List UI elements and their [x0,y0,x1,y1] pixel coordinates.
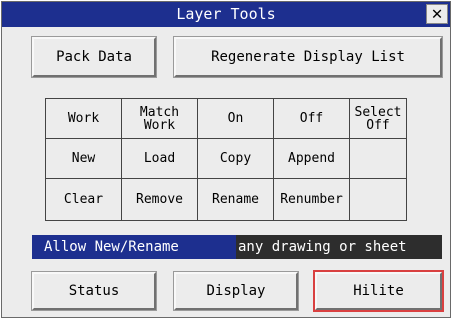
remove-button[interactable]: Remove [122,179,198,220]
window-title: Layer Tools [176,5,276,23]
layer-command-grid: Work Match Work On Off Select Off New Lo… [45,98,407,221]
select-off-button[interactable]: Select Off [350,99,406,139]
title-bar: Layer Tools ✕ [2,2,450,27]
copy-button[interactable]: Copy [198,139,274,179]
layer-tools-dialog: Layer Tools ✕ Pack Data Regenerate Displ… [1,1,451,318]
rename-button[interactable]: Rename [198,179,274,220]
clear-button[interactable]: Clear [46,179,122,220]
load-button[interactable]: Load [122,139,198,179]
append-button[interactable]: Append [274,139,350,179]
match-work-button[interactable]: Match Work [122,99,198,139]
allow-new-rename-row: Allow New/Rename any drawing or sheet [32,235,442,259]
empty-cell [350,179,406,220]
close-icon[interactable]: ✕ [426,4,448,24]
new-button[interactable]: New [46,139,122,179]
status-button[interactable]: Status [31,271,157,311]
empty-cell [350,139,406,179]
hilite-button[interactable]: Hilite [313,270,444,312]
allow-new-rename-label: Allow New/Rename [32,235,236,259]
regenerate-display-list-button[interactable]: Regenerate Display List [173,36,443,78]
work-button[interactable]: Work [46,99,122,139]
renumber-button[interactable]: Renumber [274,179,350,220]
off-button[interactable]: Off [274,99,350,139]
display-button[interactable]: Display [173,271,299,311]
allow-new-rename-value[interactable]: any drawing or sheet [236,235,442,259]
pack-data-button[interactable]: Pack Data [31,36,157,78]
on-button[interactable]: On [198,99,274,139]
